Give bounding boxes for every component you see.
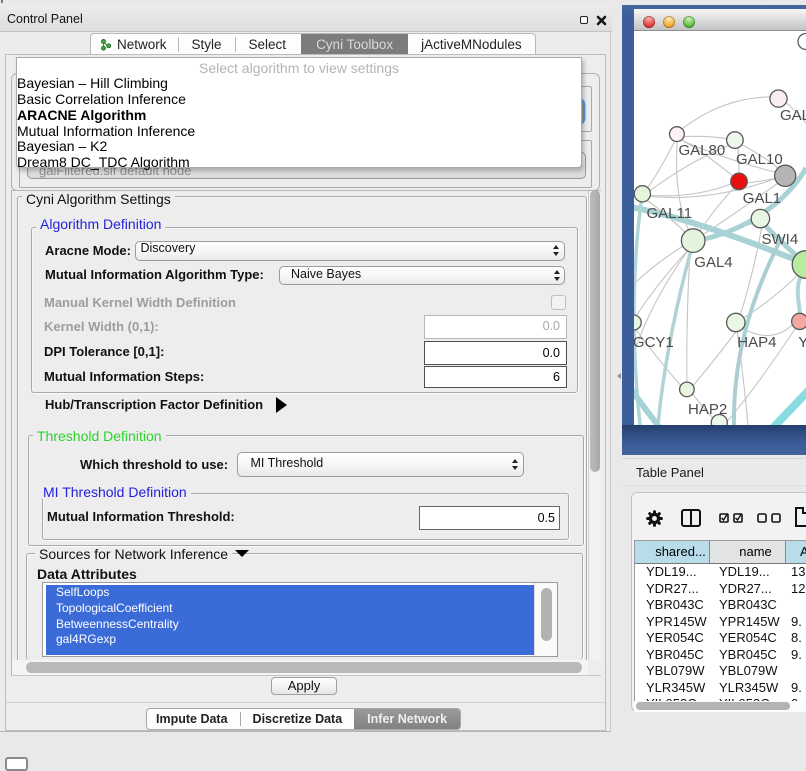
svg-text:GAL10: GAL10 (736, 151, 783, 168)
svg-text:GAL11: GAL11 (647, 205, 693, 222)
svg-text:GAL: GAL (780, 107, 806, 124)
svg-text:GAL4: GAL4 (694, 254, 732, 271)
svg-text:HAP4: HAP4 (737, 334, 776, 351)
svg-text:GAL1: GAL1 (743, 190, 781, 207)
svg-text:SWI4: SWI4 (762, 231, 799, 248)
svg-text:GAL80: GAL80 (679, 142, 726, 159)
svg-text:Y: Y (798, 334, 806, 351)
svg-text:HAP2: HAP2 (688, 401, 727, 418)
svg-text:GCY1: GCY1 (634, 334, 674, 351)
